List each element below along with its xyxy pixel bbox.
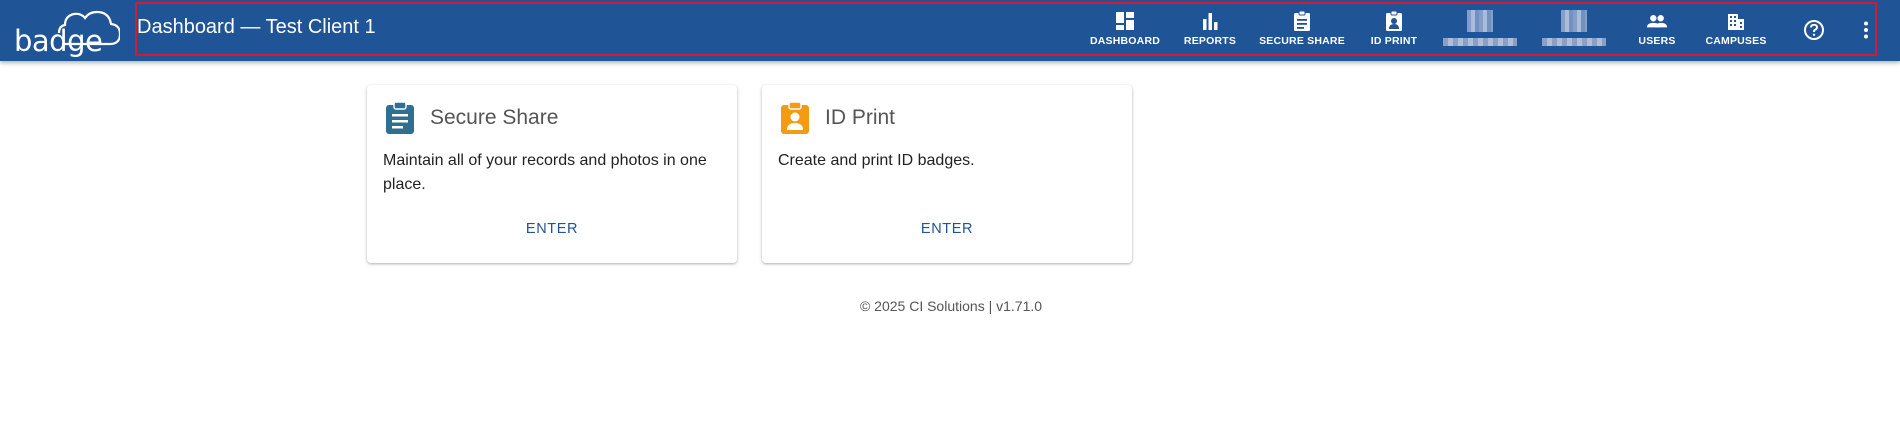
more-menu-button[interactable] <box>1852 16 1880 44</box>
footer-text: © 2025 CI Solutions | v1.71.0 <box>859 298 1043 314</box>
blurred-icon <box>1467 10 1493 32</box>
people-icon <box>1646 10 1668 32</box>
card-title: ID Print <box>825 106 896 129</box>
page-title: Dashboard — Test Client 1 <box>137 16 376 38</box>
building-icon <box>1725 10 1747 32</box>
logo-text: badge <box>14 24 103 58</box>
clipboard-icon <box>385 101 415 135</box>
nav-label: DASHBOARD <box>1089 35 1161 47</box>
nav-reports[interactable]: REPORTS <box>1180 0 1240 61</box>
nav-label: CAMPUSES <box>1705 35 1767 47</box>
nav-blurred-item-1[interactable] <box>1442 0 1518 61</box>
nav-id-print[interactable]: ID PRINT <box>1368 0 1420 61</box>
footer: © 2025 CI Solutions | v1.71.0 <box>0 298 1900 314</box>
card-description: Maintain all of your records and photos … <box>383 152 707 193</box>
nav-label: USERS <box>1638 35 1676 47</box>
help-button[interactable] <box>1800 16 1828 44</box>
dashboard-icon <box>1114 10 1136 32</box>
clipboard-icon <box>1291 10 1313 32</box>
nav-campuses[interactable]: CAMPUSES <box>1704 0 1768 61</box>
card-secure-share: Secure Share Maintain all of your record… <box>367 85 737 263</box>
blurred-label <box>1443 38 1517 46</box>
nav-dashboard[interactable]: DASHBOARD <box>1090 0 1160 61</box>
more-vertical-icon <box>1864 21 1868 39</box>
blurred-label <box>1542 38 1606 46</box>
card-title: Secure Share <box>430 106 559 129</box>
nav-blurred-item-2[interactable] <box>1540 0 1608 61</box>
enter-button[interactable]: ENTER <box>762 221 1132 237</box>
id-badge-icon <box>780 101 810 135</box>
highlight-outline <box>135 2 1877 56</box>
nav-label: ID PRINT <box>1370 35 1418 47</box>
top-app-bar: badge Dashboard — Test Client 1 DASHBOAR… <box>0 0 1900 61</box>
enter-button[interactable]: ENTER <box>367 221 737 237</box>
badge-logo[interactable]: badge <box>12 6 122 58</box>
help-circle-icon <box>1804 20 1824 40</box>
nav-users[interactable]: USERS <box>1634 0 1680 61</box>
nav-label: SECURE SHARE <box>1259 35 1345 47</box>
nav-label: REPORTS <box>1183 35 1237 47</box>
id-badge-icon <box>1383 10 1405 32</box>
nav-secure-share[interactable]: SECURE SHARE <box>1258 0 1346 61</box>
card-description: Create and print ID badges. <box>778 152 975 169</box>
card-id-print: ID Print Create and print ID badges. ENT… <box>762 85 1132 263</box>
bar-chart-icon <box>1199 10 1221 32</box>
blurred-icon <box>1561 10 1587 32</box>
